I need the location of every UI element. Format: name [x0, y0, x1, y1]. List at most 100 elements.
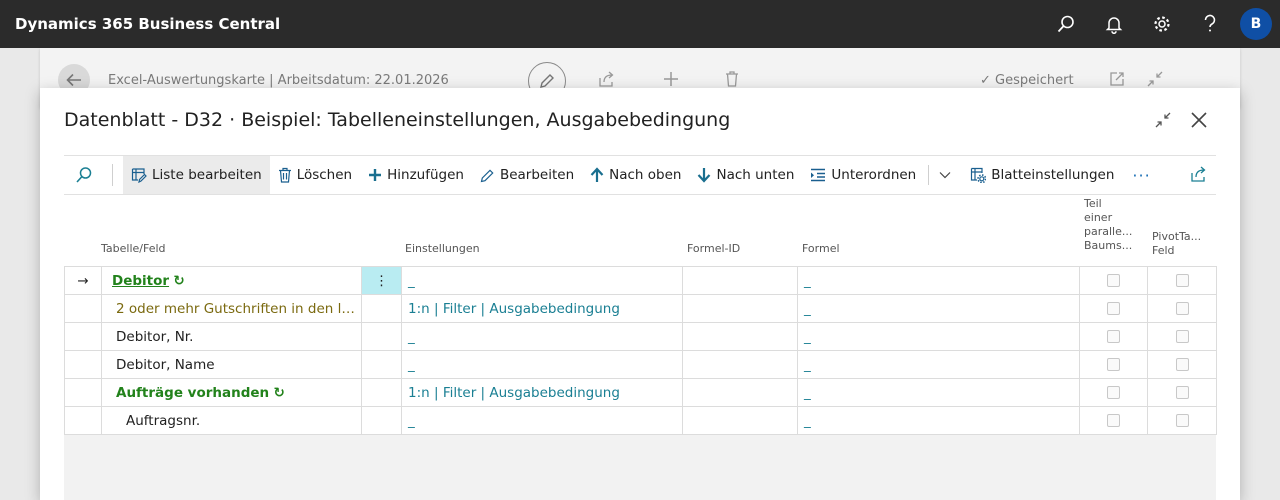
table-row[interactable]: Aufträge vorhanden ↻ 1:n | Filter | Ausg… [64, 378, 1217, 407]
column-header-table-field[interactable]: Tabelle/Feld [101, 242, 166, 256]
header-line: paralle... [1084, 225, 1133, 238]
close-button[interactable] [1186, 107, 1212, 133]
indent-button[interactable]: Unterordnen [802, 156, 924, 194]
formula-cell[interactable]: _ [797, 378, 1080, 407]
parallel-tree-checkbox[interactable] [1079, 378, 1148, 407]
settings-cell[interactable]: _ [401, 322, 683, 351]
row-actions-button[interactable]: ⋮ [361, 266, 402, 295]
table-row[interactable]: → Debitor ↻ ⋮ _ _ [64, 266, 1217, 295]
settings-cell[interactable]: 1:n | Filter | Ausgabebedingung [401, 378, 683, 407]
row-actions-cell[interactable] [361, 322, 402, 351]
more-options-button[interactable]: ··· [1122, 156, 1160, 194]
search-icon[interactable] [1042, 0, 1090, 48]
bell-icon[interactable] [1090, 0, 1138, 48]
column-header-parallel-tree[interactable]: Teil einer paralle... Baums... [1084, 197, 1132, 253]
formula-cell[interactable]: _ [797, 322, 1080, 351]
pivot-field-checkbox[interactable] [1147, 350, 1217, 379]
parallel-tree-checkbox[interactable] [1079, 406, 1148, 435]
share-icon[interactable] [1190, 165, 1208, 183]
formula-id-cell[interactable] [682, 406, 798, 435]
formula-cell[interactable]: _ [797, 406, 1080, 435]
move-up-button[interactable]: Nach oben [582, 156, 689, 194]
saved-label: Gespeichert [995, 73, 1074, 88]
delete-button[interactable]: Löschen [270, 156, 360, 194]
add-label: Hinzufügen [387, 167, 464, 183]
indent-icon [811, 168, 826, 182]
row-name[interactable]: Debitor, Name [101, 350, 362, 379]
pivot-field-checkbox[interactable] [1147, 406, 1217, 435]
settings-cell[interactable]: 1:n | Filter | Ausgabebedingung [401, 294, 683, 323]
parallel-tree-checkbox[interactable] [1079, 266, 1148, 295]
saved-status: ✓ Gespeichert [980, 73, 1074, 88]
sheet-settings-button[interactable]: Blatteinstellungen [962, 156, 1122, 194]
header-line: einer [1084, 211, 1113, 224]
pivot-field-checkbox[interactable] [1147, 378, 1217, 407]
row-actions-cell[interactable] [361, 378, 402, 407]
settings-cell[interactable]: _ [401, 266, 683, 295]
table-row[interactable]: Debitor, Name _ _ [64, 350, 1217, 379]
search-button[interactable] [66, 156, 102, 194]
edit-list-button[interactable]: Liste bearbeiten [123, 156, 270, 194]
datasheet-table: → Debitor ↻ ⋮ _ _ 2 oder mehr Gutschrift… [64, 266, 1217, 435]
row-name-cell[interactable]: Debitor ↻ [101, 266, 362, 295]
app-title[interactable]: Dynamics 365 Business Central [15, 15, 280, 33]
formula-id-cell[interactable] [682, 322, 798, 351]
formula-id-cell[interactable] [682, 378, 798, 407]
move-down-button[interactable]: Nach unten [689, 156, 802, 194]
collapse-icon [1155, 112, 1171, 128]
row-marker-cell [64, 406, 102, 435]
edit-button[interactable]: Bearbeiten [472, 156, 582, 194]
pivot-field-checkbox[interactable] [1147, 322, 1217, 351]
table-row[interactable]: 2 oder mehr Gutschriften in den letzte..… [64, 294, 1217, 323]
formula-id-cell[interactable] [682, 294, 798, 323]
parallel-tree-checkbox[interactable] [1079, 322, 1148, 351]
edit-list-icon [131, 168, 147, 183]
formula-id-cell[interactable] [682, 350, 798, 379]
sheet-settings-icon [971, 167, 987, 183]
row-actions-cell[interactable] [361, 350, 402, 379]
row-name[interactable]: Aufträge vorhanden [116, 385, 269, 401]
gear-icon[interactable] [1138, 0, 1186, 48]
parallel-tree-checkbox[interactable] [1079, 294, 1148, 323]
formula-cell[interactable]: _ [797, 294, 1080, 323]
formula-id-cell[interactable] [682, 266, 798, 295]
help-icon[interactable] [1186, 0, 1234, 48]
row-name-cell[interactable]: Aufträge vorhanden ↻ [101, 378, 362, 407]
row-name[interactable]: Debitor [112, 273, 169, 289]
pivot-field-checkbox[interactable] [1147, 294, 1217, 323]
formula-cell[interactable]: _ [797, 350, 1080, 379]
collapse-button[interactable] [1151, 108, 1175, 132]
header-line: PivotTa... [1152, 230, 1202, 243]
column-header-pivot-field[interactable]: PivotTa... Feld [1152, 230, 1201, 258]
formula-cell[interactable]: _ [797, 266, 1080, 295]
app-bar-icons: B [1042, 0, 1280, 48]
settings-cell[interactable]: _ [401, 350, 683, 379]
collapse-icon[interactable] [1146, 70, 1164, 88]
open-new-window-icon[interactable] [1108, 70, 1126, 88]
arrow-down-icon [698, 168, 711, 183]
indent-dropdown-button[interactable] [933, 156, 962, 194]
table-row[interactable]: Auftragsnr. _ _ [64, 406, 1217, 435]
column-header-formula-id[interactable]: Formel-ID [687, 242, 740, 256]
settings-cell[interactable]: _ [401, 406, 683, 435]
edit-list-label: Liste bearbeiten [152, 167, 262, 183]
row-actions-cell[interactable] [361, 294, 402, 323]
pivot-field-checkbox[interactable] [1147, 266, 1217, 295]
row-name[interactable]: 2 oder mehr Gutschriften in den letzte..… [101, 294, 362, 323]
row-actions-cell[interactable] [361, 406, 402, 435]
table-row[interactable]: Debitor, Nr. _ _ [64, 322, 1217, 351]
trash-icon[interactable] [724, 70, 740, 88]
column-header-formula[interactable]: Formel [802, 242, 840, 256]
column-header-settings[interactable]: Einstellungen [405, 242, 480, 256]
row-name[interactable]: Debitor, Nr. [101, 322, 362, 351]
arrow-left-icon [66, 73, 81, 87]
row-name[interactable]: Auftragsnr. [101, 406, 362, 435]
share-icon[interactable] [598, 70, 616, 88]
search-icon [76, 167, 92, 183]
row-marker-cell [64, 350, 102, 379]
parallel-tree-checkbox[interactable] [1079, 350, 1148, 379]
user-avatar[interactable]: B [1240, 8, 1272, 40]
add-button[interactable]: Hinzufügen [360, 156, 472, 194]
delete-label: Löschen [296, 167, 353, 183]
plus-icon[interactable] [662, 70, 680, 88]
